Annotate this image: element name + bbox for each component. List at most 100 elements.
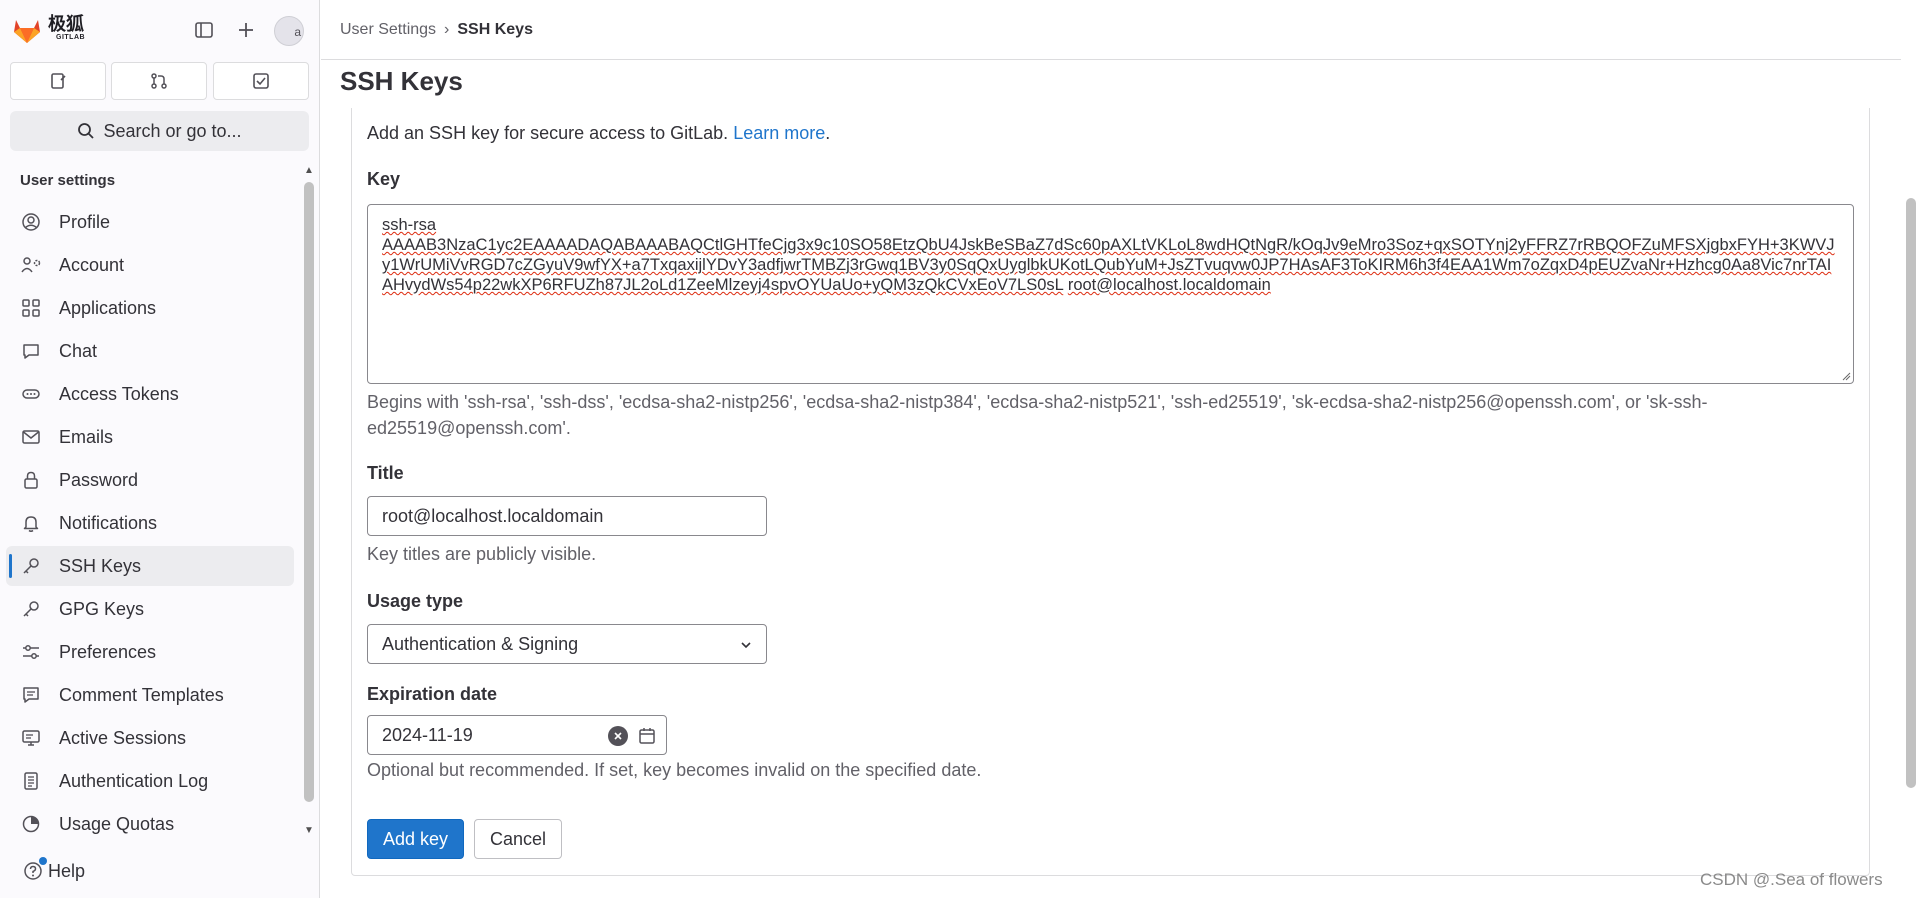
key-textarea[interactable]: ssh-rsa AAAAB3NzaC1yc2EAAAADAQABAAABAQCt… [367, 204, 1854, 384]
help-button[interactable]: Help [22, 857, 86, 882]
sidebar-item-chat[interactable]: Chat [6, 331, 294, 371]
intro-text: Add an SSH key for secure access to GitL… [367, 123, 831, 143]
sidebar-item-usage-quotas[interactable]: Usage Quotas [6, 804, 294, 844]
help-label: Help [48, 860, 86, 881]
key-type: ssh-rsa [382, 216, 437, 234]
sidebar-item-label: Notifications [59, 512, 158, 533]
sidebar-item-label: Account [59, 254, 125, 275]
sidebar-item-label: Access Tokens [59, 383, 179, 404]
key-icon [19, 597, 43, 621]
sidebar-item-label: Active Sessions [59, 727, 187, 748]
sidebar-item-active-sessions[interactable]: Active Sessions [6, 718, 294, 758]
title-help-text: Key titles are publicly visible. [367, 544, 597, 564]
account-icon [19, 253, 43, 277]
key-label: Key [367, 169, 401, 189]
chevron-down-icon [741, 642, 751, 649]
title-input[interactable]: root@localhost.localdomain [367, 496, 767, 536]
sidebar-scrollbar[interactable]: ▲ ▼ [302, 164, 316, 844]
issues-icon [51, 73, 66, 89]
plus-icon[interactable] [232, 16, 260, 44]
avatar[interactable]: a [274, 16, 304, 46]
sidebar-item-authentication-log[interactable]: Authentication Log [6, 761, 294, 801]
expiration-date-value: 2024-11-19 [382, 724, 473, 745]
applications-icon [19, 296, 43, 320]
page-title: SSH Keys [340, 66, 463, 96]
sidebar-item-ssh-keys[interactable]: SSH Keys [6, 546, 294, 586]
issues-button[interactable] [10, 62, 106, 100]
key-icon [19, 554, 43, 578]
sidebar-item-account[interactable]: Account [6, 245, 294, 285]
sidebar-item-password[interactable]: Password [6, 460, 294, 500]
main-scrollbar[interactable] [1902, 60, 1920, 898]
watermark: CSDN @.Sea of flowers [1700, 870, 1883, 889]
expiration-date-label: Expiration date [367, 684, 498, 704]
scroll-up-icon[interactable]: ▲ [304, 166, 314, 176]
sidebar-item-label: Authentication Log [59, 770, 209, 791]
sidebar-item-label: Comment Templates [59, 684, 224, 705]
sidebar-item-comment-templates[interactable]: Comment Templates [6, 675, 294, 715]
notification-dot [39, 857, 47, 865]
mail-icon [19, 425, 43, 449]
sidebar-item-label: Password [59, 469, 139, 490]
top-bar: User Settings › SSH Keys [321, 0, 1901, 60]
merge-request-icon [151, 73, 167, 89]
lock-icon [19, 468, 43, 492]
todo-button[interactable] [213, 62, 309, 100]
search-label: Search or go to... [103, 120, 242, 141]
sidebar-item-profile[interactable]: Profile [6, 202, 294, 242]
token-icon [19, 382, 43, 406]
sidebar-item-label: GPG Keys [59, 598, 145, 619]
title-label: Title [367, 463, 404, 483]
merge-requests-button[interactable] [111, 62, 207, 100]
sidebar-scroll-thumb[interactable] [304, 182, 314, 802]
breadcrumb-parent[interactable]: User Settings [340, 21, 436, 39]
sidebar-header: 极狐 GITLAB a [0, 0, 320, 58]
comment-icon [19, 683, 43, 707]
main-scroll-thumb[interactable] [1906, 198, 1916, 788]
sidebar-item-label: Applications [59, 297, 157, 318]
sidebar: 极狐 GITLAB a Search or go to... User sett… [0, 0, 320, 898]
learn-more-link[interactable]: Learn more [733, 123, 825, 143]
sidebar-item-notifications[interactable]: Notifications [6, 503, 294, 543]
help-icon [22, 857, 47, 882]
usage-type-value: Authentication & Signing [382, 633, 579, 654]
log-icon [19, 769, 43, 793]
breadcrumb-separator: › [444, 21, 450, 38]
bell-icon [19, 511, 43, 535]
expiration-date-input[interactable]: 2024-11-19 [367, 715, 667, 755]
sidebar-item-label: Profile [59, 211, 111, 232]
sidebar-item-label: Chat [59, 340, 98, 361]
breadcrumb-current: SSH Keys [457, 21, 533, 38]
todo-icon [253, 73, 269, 89]
resize-handle-icon[interactable] [1841, 371, 1851, 381]
scroll-down-icon[interactable]: ▼ [304, 826, 314, 836]
sidebar-item-gpg-keys[interactable]: GPG Keys [6, 589, 294, 629]
key-help-text: Begins with 'ssh-rsa', 'ssh-dss', 'ecdsa… [367, 392, 1708, 438]
add-key-button[interactable]: Add key [367, 819, 464, 859]
breadcrumb: User Settings › SSH Keys [340, 21, 533, 39]
expiration-help-text: Optional but recommended. If set, key be… [367, 760, 982, 780]
clear-icon[interactable] [608, 726, 628, 746]
brand-sub: GITLAB [56, 34, 86, 41]
sidebar-item-preferences[interactable]: Preferences [6, 632, 294, 672]
usage-type-label: Usage type [367, 591, 464, 611]
cancel-button[interactable]: Cancel [474, 819, 562, 859]
search-icon [78, 123, 95, 139]
gitlab-logo[interactable] [10, 12, 44, 46]
chat-icon [19, 339, 43, 363]
monitor-icon [19, 726, 43, 750]
brand-name: 极狐 [48, 14, 84, 34]
calendar-icon[interactable] [637, 726, 657, 746]
usage-type-select[interactable]: Authentication & Signing [367, 624, 767, 664]
sidebar-nav: User settings Profile Account Applicatio… [0, 164, 320, 844]
search-button[interactable]: Search or go to... [10, 111, 309, 151]
sidebar-item-access-tokens[interactable]: Access Tokens [6, 374, 294, 414]
sidebar-item-label: Preferences [59, 641, 157, 662]
sidebar-heading: User settings [20, 172, 116, 189]
quota-icon [19, 812, 43, 836]
sidebar-toggle-icon[interactable] [190, 16, 218, 44]
sidebar-item-applications[interactable]: Applications [6, 288, 294, 328]
sidebar-item-emails[interactable]: Emails [6, 417, 294, 457]
key-comment: root@localhost.localdomain [1067, 276, 1271, 294]
profile-icon [19, 210, 43, 234]
